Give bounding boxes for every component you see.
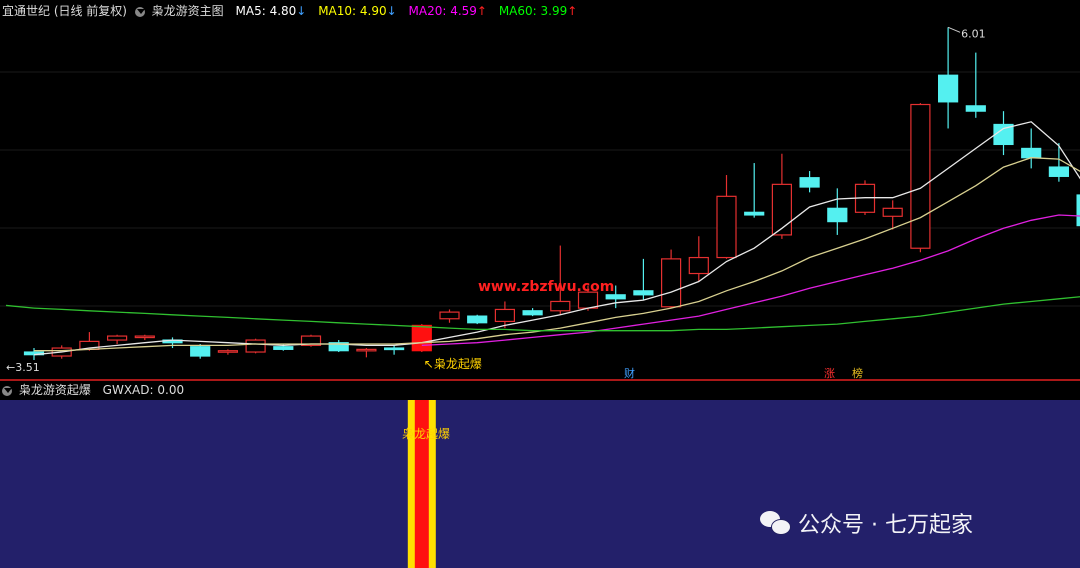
candle[interactable] [411, 324, 432, 352]
price-chart: 6.01 ←3.51 ↖枭龙起爆财 涨 榜 www.zbzfwu.com [0, 0, 1080, 568]
candle[interactable] [494, 308, 515, 323]
candle[interactable] [217, 350, 238, 353]
site-watermark: www.zbzfwu.com [478, 279, 614, 295]
dropdown-icon[interactable] [2, 385, 12, 396]
event-pan-marker[interactable]: 榜 [852, 366, 863, 380]
arrow-up-icon: ↑ [476, 4, 487, 18]
candle[interactable] [771, 183, 793, 236]
candle[interactable] [1048, 166, 1070, 177]
candle[interactable] [633, 290, 654, 296]
arrow-up-icon: ↑ [567, 4, 578, 18]
chart-header: 宜通世纪 (日线 前复权) 枭龙游资主图 MA5: 4.80↓ MA10: 4.… [2, 3, 585, 19]
signal-marker-text: ↖枭龙起爆 [424, 356, 482, 371]
account-name: 公众号 · 七万起家 [798, 513, 973, 538]
candle[interactable] [439, 311, 460, 320]
wechat-icon [760, 511, 791, 535]
sub-panel-header: 枭龙游资起爆 GWXAD: 0.00 [0, 382, 184, 398]
candle[interactable] [882, 207, 903, 217]
candle[interactable] [106, 335, 128, 341]
candle[interactable] [245, 339, 266, 353]
candle[interactable] [937, 74, 959, 103]
wechat-watermark: 公众号 · 七万起家 [760, 507, 973, 539]
event-zhang-marker[interactable]: 涨 [824, 367, 835, 380]
sub-indicator-value: GWXAD: 0.00 [102, 383, 185, 397]
candle[interactable] [799, 177, 820, 188]
low-price-label: ←3.51 [6, 361, 40, 374]
candle[interactable] [1021, 147, 1042, 159]
candle[interactable] [965, 105, 986, 112]
arrow-down-icon: ↓ [296, 4, 307, 18]
candle[interactable] [605, 294, 626, 300]
candle[interactable] [688, 256, 709, 275]
sub-panel-bg [0, 400, 1080, 568]
arrow-down-icon: ↓ [386, 4, 397, 18]
candle[interactable] [467, 315, 488, 324]
candle[interactable] [356, 348, 377, 352]
candle[interactable] [744, 211, 765, 216]
sub-indicator-name[interactable]: 枭龙游资起爆 [19, 383, 91, 397]
ma10-readout: MA10: 4.90↓ [318, 4, 397, 18]
signal-label: 枭龙起爆 [402, 427, 451, 441]
candle[interactable] [190, 346, 211, 357]
candle[interactable] [660, 258, 682, 308]
indicator-name[interactable]: 枭龙游资主图 [152, 4, 224, 18]
candle[interactable] [716, 195, 737, 259]
ma5-readout: MA5: 4.80↓ [235, 4, 307, 18]
ma20-readout: MA20: 4.59↑ [408, 4, 487, 18]
ma60-readout: MA60: 3.99↑ [498, 4, 578, 18]
stock-title[interactable]: 宜通世纪 (日线 前复权) [2, 4, 127, 18]
candle[interactable] [522, 310, 543, 316]
candle[interactable] [910, 103, 931, 249]
high-price-label: 6.01 [961, 27, 986, 40]
candle[interactable] [550, 300, 571, 312]
candle[interactable] [384, 347, 405, 351]
candle[interactable] [827, 207, 848, 223]
candle[interactable] [134, 335, 155, 339]
dropdown-icon[interactable] [134, 6, 145, 17]
candle[interactable] [273, 346, 294, 350]
event-cai-marker[interactable]: 财 [624, 366, 635, 380]
